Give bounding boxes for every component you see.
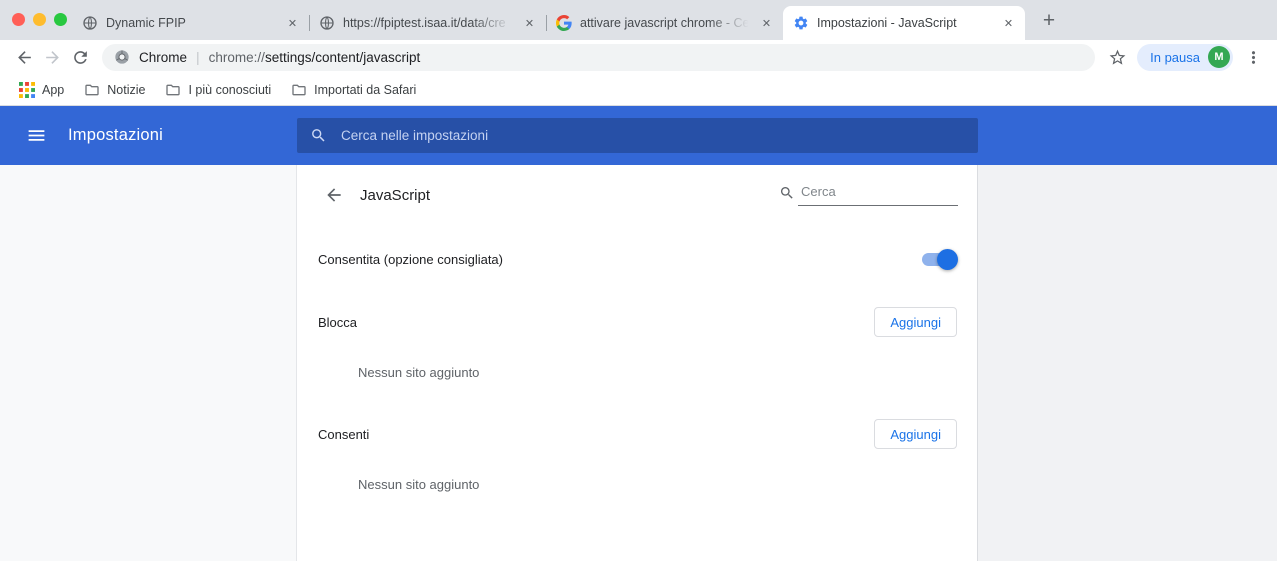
- settings-search-placeholder: Cerca nelle impostazioni: [341, 128, 488, 143]
- sync-paused-badge[interactable]: In pausa M: [1137, 44, 1233, 71]
- tabs-container: Dynamic FPIP ✕ https://fpiptest.isaa.it/…: [72, 0, 1025, 40]
- bookmark-star-icon[interactable]: [1103, 43, 1131, 71]
- tab-title: https://fpiptest.isaa.it/data/cre: [343, 16, 515, 30]
- block-empty-state: Nessun sito aggiunto: [358, 357, 957, 387]
- tab-google-search[interactable]: attivare javascript chrome - Ce ✕: [546, 6, 783, 40]
- toggle-knob: [937, 249, 958, 270]
- tab-title: Impostazioni - JavaScript: [817, 16, 994, 30]
- settings-body: JavaScript Cerca Consentita (opzione con…: [0, 165, 1277, 561]
- tab-title: attivare javascript chrome - Ce: [580, 16, 752, 30]
- tab-close-icon[interactable]: ✕: [1000, 15, 1017, 32]
- allow-empty-state: Nessun sito aggiunto: [358, 469, 957, 499]
- bookmark-label: Notizie: [107, 83, 145, 97]
- forward-button[interactable]: [38, 43, 66, 71]
- bookmark-label: I più conosciuti: [188, 83, 271, 97]
- tab-dynamic-fpip[interactable]: Dynamic FPIP ✕: [72, 6, 309, 40]
- google-g-icon: [556, 15, 572, 31]
- add-allow-site-button[interactable]: Aggiungi: [874, 419, 957, 449]
- bookmark-apps[interactable]: App: [10, 78, 73, 102]
- tab-fpiptest[interactable]: https://fpiptest.isaa.it/data/cre ✕: [309, 6, 546, 40]
- url-separator: |: [196, 49, 200, 65]
- site-search-placeholder: Cerca: [798, 184, 958, 206]
- page-title: JavaScript: [360, 187, 430, 204]
- back-button[interactable]: [10, 43, 38, 71]
- javascript-settings-card: JavaScript Cerca Consentita (opzione con…: [297, 165, 978, 561]
- navigation-toolbar: Chrome | chrome://settings/content/javas…: [0, 40, 1277, 74]
- sync-paused-label: In pausa: [1150, 50, 1200, 65]
- reload-button[interactable]: [66, 43, 94, 71]
- tab-close-icon[interactable]: ✕: [758, 15, 775, 32]
- toggle-label: Consentita (opzione consigliata): [318, 252, 503, 267]
- globe-icon: [319, 15, 335, 31]
- tab-strip: Dynamic FPIP ✕ https://fpiptest.isaa.it/…: [0, 0, 1277, 40]
- bookmark-label: App: [42, 83, 64, 97]
- minimize-window-icon[interactable]: [33, 13, 46, 26]
- tab-close-icon[interactable]: ✕: [521, 15, 538, 32]
- javascript-allowed-toggle[interactable]: [922, 253, 955, 266]
- new-tab-button[interactable]: +: [1035, 7, 1063, 35]
- macos-traffic-lights: [12, 13, 67, 26]
- bookmark-folder-notizie[interactable]: Notizie: [75, 78, 154, 102]
- address-bar[interactable]: Chrome | chrome://settings/content/javas…: [102, 44, 1095, 71]
- close-window-icon[interactable]: [12, 13, 25, 26]
- apps-grid-icon: [19, 82, 35, 98]
- bookmarks-bar: App Notizie I più conosciuti Importati d…: [0, 74, 1277, 106]
- tab-title: Dynamic FPIP: [106, 16, 278, 30]
- background-panel: [978, 165, 1277, 561]
- url-path: settings/content/javascript: [265, 50, 420, 65]
- settings-header: Impostazioni Cerca nelle impostazioni: [0, 106, 1277, 165]
- allow-section-title: Consenti: [318, 427, 369, 442]
- settings-nav-panel: [0, 165, 297, 561]
- url-scheme: chrome://: [209, 50, 265, 65]
- javascript-allowed-row: Consentita (opzione consigliata): [318, 245, 957, 273]
- card-header: JavaScript Cerca: [297, 165, 977, 209]
- profile-avatar[interactable]: M: [1208, 46, 1230, 68]
- bookmark-folder-importati-da-safari[interactable]: Importati da Safari: [282, 78, 425, 102]
- allow-section-header: Consenti Aggiungi: [318, 419, 957, 449]
- globe-icon: [82, 15, 98, 31]
- back-arrow-icon[interactable]: [323, 184, 345, 206]
- bookmark-folder-piu-conosciuti[interactable]: I più conosciuti: [156, 78, 280, 102]
- search-icon: [310, 127, 327, 144]
- settings-search-input[interactable]: Cerca nelle impostazioni: [297, 118, 978, 153]
- folder-icon: [291, 82, 307, 98]
- url-text: chrome://settings/content/javascript: [209, 50, 421, 65]
- menu-hamburger-icon[interactable]: [18, 118, 54, 154]
- bookmark-label: Importati da Safari: [314, 83, 416, 97]
- add-block-site-button[interactable]: Aggiungi: [874, 307, 957, 337]
- folder-icon: [84, 82, 100, 98]
- chrome-logo-icon: [114, 49, 130, 65]
- browser-window: Dynamic FPIP ✕ https://fpiptest.isaa.it/…: [0, 0, 1277, 561]
- site-search-field[interactable]: Cerca: [779, 184, 958, 206]
- search-icon: [779, 185, 795, 201]
- folder-icon: [165, 82, 181, 98]
- settings-title: Impostazioni: [68, 126, 163, 145]
- browser-menu-kebab-icon[interactable]: [1239, 43, 1267, 71]
- block-section-title: Blocca: [318, 315, 357, 330]
- block-section-header: Blocca Aggiungi: [318, 307, 957, 337]
- settings-gear-icon: [793, 15, 809, 31]
- maximize-window-icon[interactable]: [54, 13, 67, 26]
- tab-close-icon[interactable]: ✕: [284, 15, 301, 32]
- site-label: Chrome: [139, 50, 187, 65]
- tab-impostazioni-javascript[interactable]: Impostazioni - JavaScript ✕: [783, 6, 1025, 40]
